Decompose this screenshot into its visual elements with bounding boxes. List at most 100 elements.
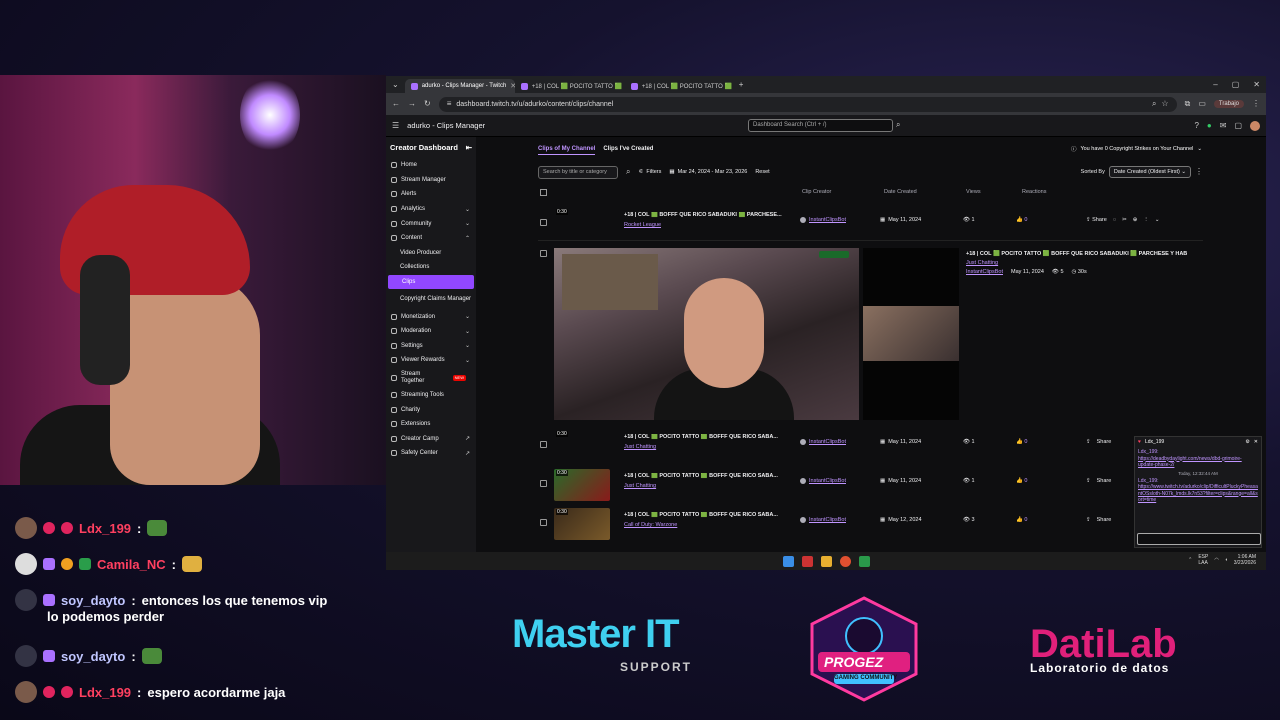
clip-category-link[interactable]: Rocket League xyxy=(624,222,661,228)
sidebar-item-video-producer[interactable]: Video Producer xyxy=(386,246,476,261)
tab-search-icon[interactable]: ⌄ xyxy=(392,80,399,89)
tray-chevron-icon[interactable]: ⌃ xyxy=(1188,557,1192,563)
minimize-icon[interactable]: – xyxy=(1213,80,1217,89)
clip-thumbnail[interactable]: 0:30 xyxy=(554,469,610,501)
table-row[interactable]: 0:30 +18 | COL 🟩 POCITO TATTO 🟩 BOFFF QU… xyxy=(538,507,1203,541)
clip-category-link[interactable]: Just Chatting xyxy=(624,483,656,489)
row-checkbox[interactable] xyxy=(540,441,547,448)
table-row[interactable]: 0:30 +18 | COL 🟩 BOFFF QUE RICO SABADUKI… xyxy=(538,207,1203,241)
clip-creator[interactable]: InstantClipsBot xyxy=(800,217,846,223)
sidebar-item-clips[interactable]: Clips xyxy=(388,274,474,290)
extensions-icon[interactable]: ⧉ xyxy=(1185,100,1191,108)
volume-icon[interactable]: ◖ xyxy=(1225,557,1228,563)
message-link[interactable]: https://www.twitch.tv/adurko/clip/Diffic… xyxy=(1138,484,1258,503)
zoom-icon[interactable]: ⌕ xyxy=(1152,100,1156,108)
collapse-sidebar-icon[interactable]: ⇤ xyxy=(466,143,472,152)
date-range-button[interactable]: ▦ Mar 24, 2024 - Mar 23, 2026 xyxy=(669,169,747,175)
clip-title[interactable]: +18 | COL 🟩 POCITO TATTO 🟩 BOFFF QUE RIC… xyxy=(624,473,794,479)
clip-title[interactable]: +18 | COL 🟩 BOFFF QUE RICO SABADUKI 🟩 PA… xyxy=(624,212,794,218)
sidebar-item-analytics[interactable]: Analytics ⌄ xyxy=(386,202,476,217)
browser-menu-icon[interactable]: ⋮ xyxy=(1252,100,1260,108)
vertical-clip-preview[interactable] xyxy=(863,248,959,420)
profile-button[interactable]: Trabajo xyxy=(1213,100,1244,108)
chrome-icon[interactable] xyxy=(839,555,851,567)
copyright-strikes-notice[interactable]: ⓘ You have 0 Copyright Strikes on Your Ch… xyxy=(1071,145,1202,153)
row-checkbox[interactable] xyxy=(540,519,547,526)
select-all-checkbox[interactable] xyxy=(540,189,547,196)
message-link[interactable]: https://deadbydaylight.com/news/dbd-grim… xyxy=(1138,456,1242,469)
table-row[interactable]: 0:30 +18 | COL 🟩 POCITO TATTO 🟩 BOFFF QU… xyxy=(538,468,1203,502)
start-icon[interactable] xyxy=(782,555,794,567)
status-icon[interactable]: ● xyxy=(1207,121,1212,130)
browser-tab[interactable]: +18 | COL 🟩 POCITO TATTO 🟩✕ xyxy=(625,79,735,93)
inbox-icon[interactable]: ✉ xyxy=(1220,121,1227,130)
clip-category-link[interactable]: Call of Duty: Warzone xyxy=(624,522,677,528)
user-avatar[interactable] xyxy=(1250,120,1260,131)
preview-creator-link[interactable]: InstantClipsBot xyxy=(966,269,1003,275)
clip-title[interactable]: +18 | COL 🟩 POCITO TATTO 🟩 BOFFF QUE RIC… xyxy=(624,512,794,518)
clip-creator[interactable]: InstantClipsBot xyxy=(800,517,846,523)
sidebar-item-community[interactable]: Community ⌄ xyxy=(386,216,476,231)
forward-icon[interactable]: → xyxy=(408,100,416,108)
settings-icon[interactable]: ⚙ xyxy=(1245,439,1249,445)
edit-clip-icon[interactable]: ✂ xyxy=(1122,217,1127,223)
sidebar-item-home[interactable]: Home xyxy=(386,158,476,173)
tab-clips-ive-created[interactable]: Clips I've Created xyxy=(603,146,653,155)
app-icon[interactable] xyxy=(801,555,813,567)
row-checkbox[interactable] xyxy=(540,250,547,257)
clock[interactable]: 1:06 AM 3/23/2026 xyxy=(1234,554,1256,566)
sidebar-item-extensions[interactable]: Extensions xyxy=(386,417,476,432)
sidebar-item-safety-center[interactable]: Safety Center ↗ xyxy=(386,446,476,461)
popout-chat-input[interactable] xyxy=(1137,533,1261,545)
search-icon[interactable]: ⌕ xyxy=(896,121,900,129)
sidebar-item-charity[interactable]: Charity xyxy=(386,402,476,417)
share-button[interactable]: ⇪ Share xyxy=(1086,478,1111,484)
help-icon[interactable]: ? xyxy=(1194,121,1198,130)
reload-icon[interactable]: ↻ xyxy=(424,100,431,108)
sidebar-item-viewer-rewards[interactable]: Viewer Rewards ⌄ xyxy=(386,353,476,368)
browser-tab[interactable]: +18 | COL 🟩 POCITO TATTO 🟩✕ xyxy=(515,79,625,93)
whispers-icon[interactable]: ▢ xyxy=(1234,121,1242,130)
chevron-down-icon[interactable]: ⌄ xyxy=(1155,217,1160,223)
browser-tab[interactable]: adurko - Clips Manager - Twitch ✕ xyxy=(404,79,515,93)
reset-button[interactable]: Reset xyxy=(755,169,769,175)
bookmark-star-icon[interactable]: ☆ xyxy=(1161,100,1168,108)
preview-category-link[interactable]: Just Chatting xyxy=(966,260,1187,266)
lang-indicator[interactable]: ESP LAA xyxy=(1198,554,1208,566)
table-row[interactable]: 0:30 +18 | COL 🟩 POCITO TATTO 🟩 BOFFF QU… xyxy=(538,429,1203,463)
close-icon[interactable]: ✕ xyxy=(1254,439,1258,445)
sidebar-item-collections[interactable]: Collections xyxy=(386,260,476,275)
wifi-icon[interactable]: ◠ xyxy=(1214,557,1218,563)
maximize-icon[interactable]: ▢ xyxy=(1232,80,1240,89)
search-icon[interactable]: ⌕ xyxy=(626,168,630,176)
filters-button[interactable]: ⚟ Filters xyxy=(638,169,661,175)
sidebar-item-creator-camp[interactable]: Creator Camp ↗ xyxy=(386,432,476,447)
share-button[interactable]: ⇪ Share xyxy=(1086,217,1107,223)
file-explorer-icon[interactable] xyxy=(820,555,832,567)
dashboard-search-input[interactable]: Dashboard Search (Ctrl + /) xyxy=(748,119,893,132)
row-checkbox[interactable] xyxy=(540,480,547,487)
clip-creator[interactable]: InstantClipsBot xyxy=(800,478,846,484)
sidebar-item-content[interactable]: Content ⌃ xyxy=(386,231,476,246)
sidebar-item-copyright-claims[interactable]: Copyright Claims Manager xyxy=(386,289,476,309)
new-tab-icon[interactable]: + xyxy=(739,80,744,89)
app-icon[interactable] xyxy=(858,555,870,567)
sort-select[interactable]: Date Created (Oldest First) ⌄ xyxy=(1108,166,1191,178)
close-window-icon[interactable]: ✕ xyxy=(1253,80,1260,89)
download-icon[interactable]: ⊕ xyxy=(1133,217,1138,223)
sidepanel-icon[interactable]: ▭ xyxy=(1198,100,1206,108)
back-icon[interactable]: ← xyxy=(392,100,400,108)
hamburger-menu-icon[interactable]: ☰ xyxy=(392,121,399,130)
share-button[interactable]: ⇪ Share xyxy=(1086,517,1111,523)
sidebar-item-streaming-tools[interactable]: Streaming Tools xyxy=(386,388,476,403)
clip-category-link[interactable]: Just Chatting xyxy=(624,444,656,450)
clip-thumbnail[interactable]: 0:30 xyxy=(554,208,610,240)
clip-title[interactable]: +18 | COL 🟩 POCITO TATTO 🟩 BOFFF QUE RIC… xyxy=(624,434,794,440)
clip-thumbnail[interactable]: 0:30 xyxy=(554,508,610,540)
sidebar-item-alerts[interactable]: Alerts xyxy=(386,187,476,202)
sidebar-item-stream-manager[interactable]: Stream Manager xyxy=(386,173,476,188)
url-field[interactable]: ≡ dashboard.twitch.tv/u/adurko/content/c… xyxy=(438,96,1177,112)
tab-clips-of-my-channel[interactable]: Clips of My Channel xyxy=(538,146,596,155)
clip-thumbnail[interactable]: 0:30 xyxy=(554,430,610,462)
sidebar-item-moderation[interactable]: Moderation ⌄ xyxy=(386,324,476,339)
